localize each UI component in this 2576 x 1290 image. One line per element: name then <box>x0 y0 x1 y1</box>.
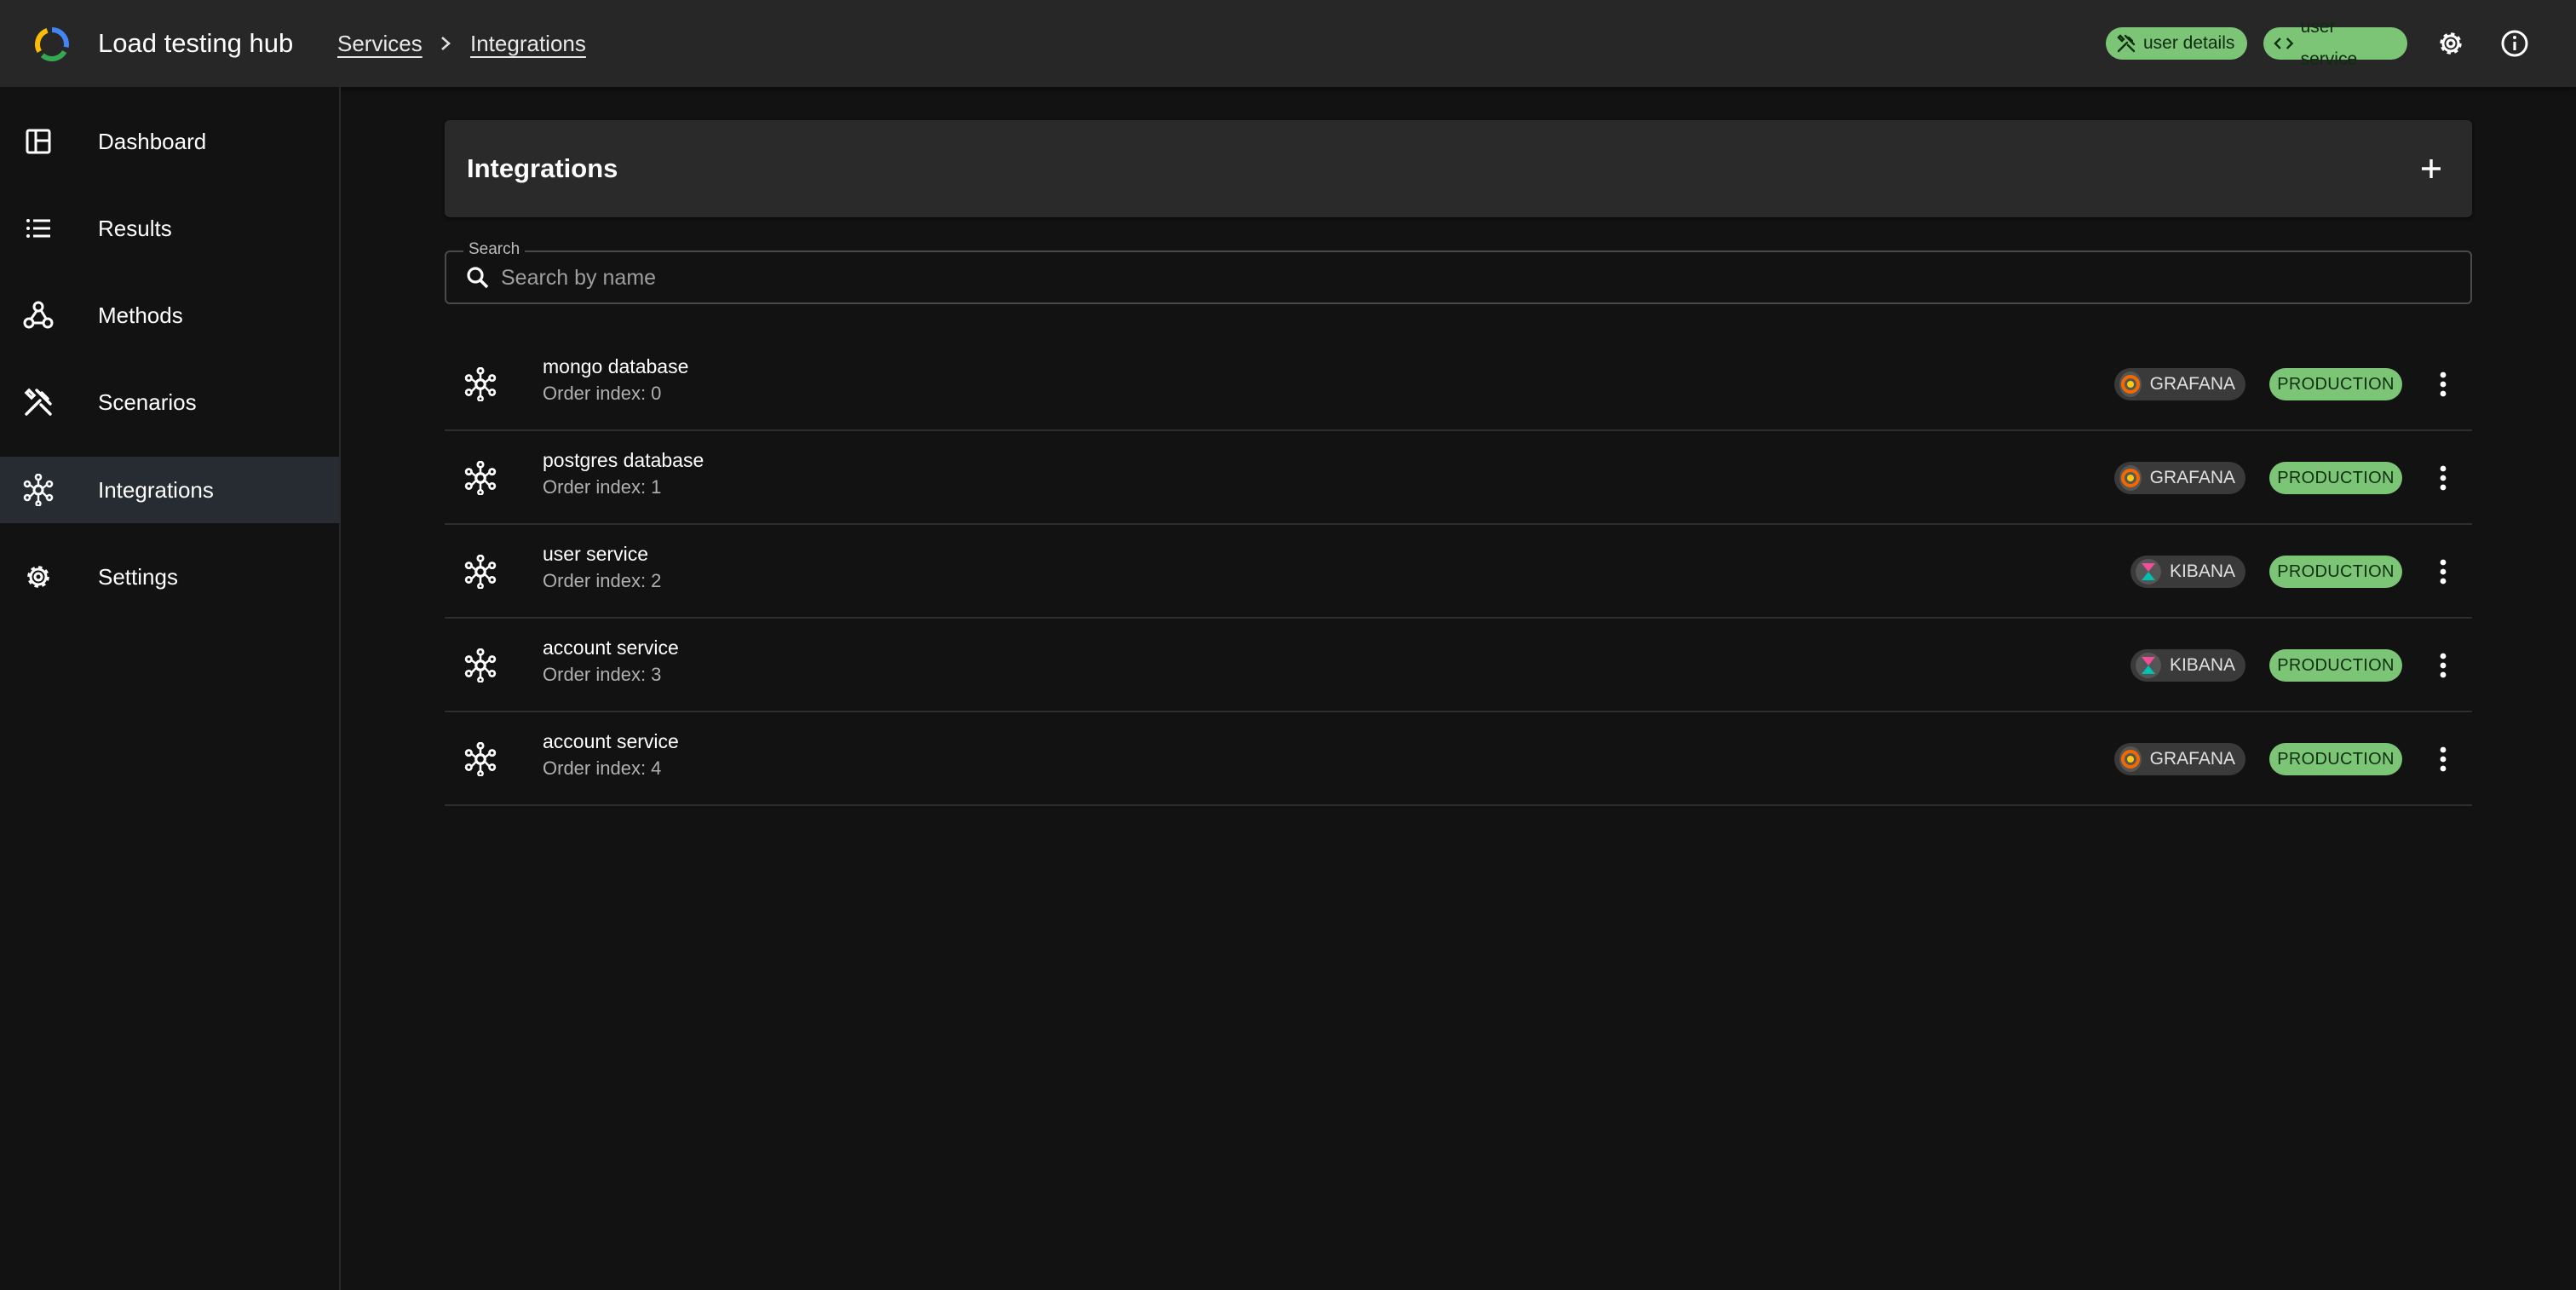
grafana-icon <box>2120 750 2140 769</box>
kibana-chip[interactable]: KIBANA <box>2130 649 2245 682</box>
app-logo[interactable] <box>32 25 72 64</box>
hub-icon <box>464 367 497 401</box>
search-field: Search <box>445 240 2472 304</box>
grafana-chip[interactable]: GRAFANA <box>2114 743 2245 775</box>
integration-name: user service <box>543 543 648 565</box>
list-item[interactable]: account service Order index: 4 GRAFANA P… <box>445 712 2472 806</box>
dashboard-icon <box>26 129 51 154</box>
order-index: Order index: 4 <box>543 757 662 779</box>
breadcrumb-services[interactable]: Services <box>337 0 423 87</box>
integrations-header: Integrations <box>445 120 2472 217</box>
environment-badge[interactable]: PRODUCTION <box>2269 743 2402 775</box>
list-icon <box>26 219 50 238</box>
sidebar-item-label: Settings <box>98 563 178 590</box>
search-label: Search <box>463 240 526 259</box>
gear-icon <box>27 566 49 588</box>
user-service-chip[interactable]: user service <box>2263 17 2407 69</box>
environment-badge[interactable]: PRODUCTION <box>2269 649 2402 682</box>
order-index: Order index: 1 <box>543 476 662 498</box>
sidebar-item-settings[interactable]: Settings <box>0 544 339 610</box>
hub-icon <box>464 648 497 682</box>
sidebar-item-scenarios[interactable]: Scenarios <box>0 369 339 435</box>
environment-badge[interactable]: PRODUCTION <box>2269 462 2402 494</box>
sidebar-item-dashboard[interactable]: Dashboard <box>0 108 339 175</box>
sidebar-item-methods[interactable]: Methods <box>0 282 339 348</box>
order-index: Order index: 0 <box>543 383 662 404</box>
list-item[interactable]: account service Order index: 3 KIBANA PR… <box>445 619 2472 712</box>
list-item[interactable]: postgres database Order index: 1 GRAFANA… <box>445 431 2472 525</box>
kibana-icon <box>2141 563 2155 580</box>
order-index: Order index: 2 <box>543 570 662 591</box>
user-details-label: user details <box>2143 33 2235 53</box>
grafana-logo <box>2119 746 2142 772</box>
sidebar-item-label: Results <box>98 215 172 241</box>
order-index: Order index: 3 <box>543 664 662 685</box>
more-vert-icon[interactable] <box>2424 366 2462 403</box>
app-title: Load testing hub <box>98 28 294 58</box>
tools-icon <box>2117 34 2136 53</box>
sidebar-item-label: Dashboard <box>98 128 207 154</box>
webhook-icon <box>23 301 54 329</box>
more-vert-icon[interactable] <box>2424 740 2462 778</box>
environment-badge[interactable]: PRODUCTION <box>2269 368 2402 400</box>
kibana-logo <box>2136 559 2161 585</box>
sidebar: Dashboard Results Methods Scenarios Inte… <box>0 87 341 1290</box>
chevron-right-icon <box>441 37 451 50</box>
sidebar-item-integrations[interactable]: Integrations <box>0 457 339 523</box>
hub-icon <box>23 474 54 506</box>
gear-icon[interactable] <box>2432 25 2470 62</box>
grafana-logo <box>2119 465 2142 491</box>
hub-icon <box>464 742 497 776</box>
list-item[interactable]: user service Order index: 2 KIBANA PRODU… <box>445 525 2472 619</box>
sidebar-item-label: Integrations <box>98 476 214 503</box>
sidebar-item-results[interactable]: Results <box>0 195 339 262</box>
hub-icon <box>464 461 497 495</box>
code-icon <box>2274 37 2294 49</box>
kibana-chip[interactable]: KIBANA <box>2130 556 2245 588</box>
more-vert-icon[interactable] <box>2424 553 2462 590</box>
list-item[interactable]: mongo database Order index: 0 GRAFANA PR… <box>445 337 2472 431</box>
grafana-icon <box>2120 375 2140 394</box>
grafana-chip[interactable]: GRAFANA <box>2114 462 2245 494</box>
kibana-icon <box>2141 657 2155 674</box>
grafana-chip[interactable]: GRAFANA <box>2114 368 2245 400</box>
integration-name: account service <box>543 636 679 659</box>
hub-icon <box>464 555 497 589</box>
grafana-logo <box>2119 371 2142 397</box>
tools-icon <box>24 388 52 416</box>
search-icon <box>467 267 489 289</box>
grafana-icon <box>2120 469 2140 487</box>
more-vert-icon[interactable] <box>2424 459 2462 497</box>
sidebar-item-label: Methods <box>98 302 183 328</box>
user-details-chip[interactable]: user details <box>2106 27 2247 60</box>
integration-name: mongo database <box>543 355 689 377</box>
more-vert-icon[interactable] <box>2424 647 2462 684</box>
environment-badge[interactable]: PRODUCTION <box>2269 556 2402 588</box>
tool-label: GRAFANA <box>2149 468 2235 487</box>
search-input[interactable] <box>501 259 2443 297</box>
tool-label: KIBANA <box>2169 561 2235 581</box>
integration-name: postgres database <box>543 449 704 471</box>
plus-icon[interactable] <box>2411 148 2452 189</box>
page-title: Integrations <box>467 153 618 183</box>
tool-label: GRAFANA <box>2149 374 2235 394</box>
user-service-label: user service <box>2300 17 2358 69</box>
info-icon[interactable] <box>2496 25 2533 62</box>
sidebar-item-label: Scenarios <box>98 389 197 415</box>
app-bar: Load testing hub Services Integrations u… <box>0 0 2576 87</box>
breadcrumb-integrations[interactable]: Integrations <box>470 0 586 87</box>
integration-name: account service <box>543 730 679 752</box>
tool-label: KIBANA <box>2169 655 2235 675</box>
tool-label: GRAFANA <box>2149 749 2235 769</box>
kibana-logo <box>2136 653 2161 678</box>
